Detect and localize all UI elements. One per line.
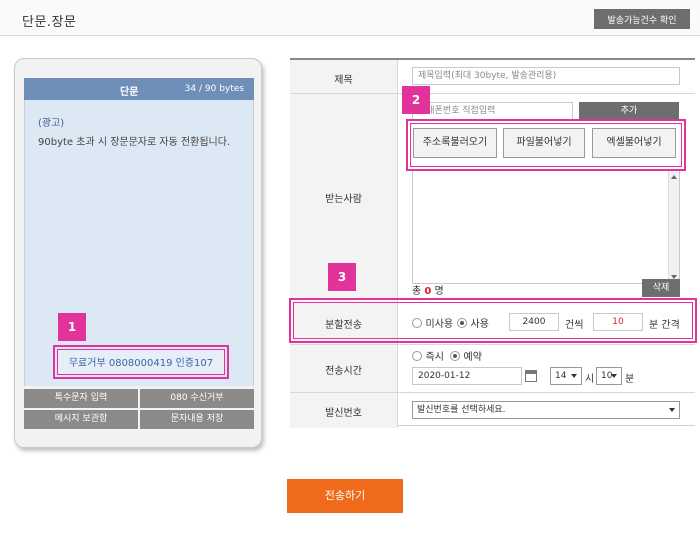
send-now-radio[interactable] <box>412 350 422 361</box>
reserve-date-input[interactable]: 2020-01-12 <box>412 367 522 385</box>
sender-cell: 발신번호를 선택하세요. <box>398 393 695 428</box>
optout-number-text: 무료거부 0808000419 인증107 <box>68 358 214 369</box>
phone-preview: 단문 34 / 90 bytes (광고) 90byte 초과 시 장문문자로 … <box>14 58 262 448</box>
chevron-down-icon <box>571 374 577 378</box>
optout-number-highlight: 무료거부 0808000419 인증107 <box>53 345 229 379</box>
chevron-down-icon <box>669 408 675 412</box>
split-send-highlight <box>289 298 697 343</box>
ad-label: (광고) <box>38 118 65 129</box>
optout-080-button[interactable]: 080 수신거부 <box>140 389 254 408</box>
calendar-icon[interactable] <box>525 370 537 382</box>
hour-select[interactable]: 14 <box>550 367 582 385</box>
phone-preview-header: 단문 34 / 90 bytes <box>24 78 254 100</box>
scroll-up-icon[interactable] <box>671 175 677 179</box>
load-file-button[interactable]: 파일불어넣기 <box>503 128 585 158</box>
byte-counter: 34 / 90 bytes <box>184 84 244 94</box>
hour-value: 14 <box>555 371 567 381</box>
minute-select[interactable]: 10 <box>596 367 622 385</box>
step-marker-2: 2 <box>402 86 430 114</box>
split-send-highlight-inner <box>293 302 693 339</box>
sender-label: 발신번호 <box>325 408 362 419</box>
message-storage-button[interactable]: 메시지 보관함 <box>24 410 138 429</box>
recipient-label: 받는사람 <box>325 194 362 205</box>
send-now-option[interactable]: 즉시 <box>412 348 444 363</box>
send-time-label: 전송시간 <box>325 366 362 377</box>
special-char-button[interactable]: 특수문자 입력 <box>24 389 138 408</box>
message-text: 90byte 초과 시 장문문자로 자동 전환됩니다. <box>38 137 231 148</box>
send-reserve-text: 예약 <box>463 352 482 363</box>
phone-button-group: 특수문자 입력 080 수신거부 메시지 보관함 문자내용 저장 <box>24 389 254 429</box>
send-reserve-option[interactable]: 예약 <box>450 348 482 363</box>
chevron-down-icon <box>611 374 617 378</box>
add-recipient-button[interactable]: 추가 <box>579 102 679 120</box>
send-time-cell: 즉시 예약 2020-01-12 14 시 10 분 <box>398 345 695 393</box>
sender-label-cell: 발신번호 <box>290 393 398 428</box>
step-marker-3: 3 <box>328 263 356 291</box>
send-now-text: 즉시 <box>425 352 444 363</box>
hour-unit: 시 <box>585 374 595 385</box>
total-count: 0 <box>424 286 432 297</box>
recipient-total: 총 0 명 <box>412 282 444 297</box>
send-form: 제목 제목입력(최대 30byte, 발송관리용) 받는사람 휴대폰번호 직접입… <box>290 58 695 428</box>
send-reserve-radio[interactable] <box>450 350 460 361</box>
delete-recipient-button[interactable]: 삭제 <box>642 279 680 297</box>
message-type-label: 단문 <box>120 87 139 98</box>
load-address-book-button[interactable]: 주소록불러오기 <box>413 128 497 158</box>
phone-number-input[interactable]: 휴대폰번호 직접입력 <box>412 102 573 120</box>
step-marker-1: 1 <box>58 313 86 341</box>
subject-label: 제목 <box>334 75 353 86</box>
check-available-count-button[interactable]: 발송가능건수 확인 <box>594 9 690 29</box>
sender-number-select[interactable]: 발신번호를 선택하세요. <box>412 401 680 419</box>
send-button[interactable]: 전송하기 <box>287 479 403 513</box>
send-time-label-cell: 전송시간 <box>290 345 398 393</box>
subject-input[interactable]: 제목입력(최대 30byte, 발송관리용) <box>412 67 680 85</box>
page-title: 단문.장문 <box>22 15 77 30</box>
save-message-button[interactable]: 문자내용 저장 <box>140 410 254 429</box>
total-suffix: 명 <box>434 286 444 297</box>
subject-cell: 제목입력(최대 30byte, 발송관리용) <box>398 60 695 94</box>
page-header: 단문.장문 발송가능건수 확인 <box>0 0 700 36</box>
message-textarea[interactable]: (광고) 90byte 초과 시 장문문자로 자동 전환됩니다. <box>24 100 254 386</box>
sender-placeholder: 발신번호를 선택하세요. <box>417 405 506 415</box>
recipient-list-scrollbar[interactable] <box>668 171 679 283</box>
recipient-list[interactable] <box>412 170 680 284</box>
subject-label-cell: 제목 <box>290 60 398 94</box>
total-prefix: 총 <box>412 286 422 297</box>
load-excel-button[interactable]: 엑셀불어넣기 <box>592 128 676 158</box>
minute-unit: 분 <box>625 374 635 385</box>
